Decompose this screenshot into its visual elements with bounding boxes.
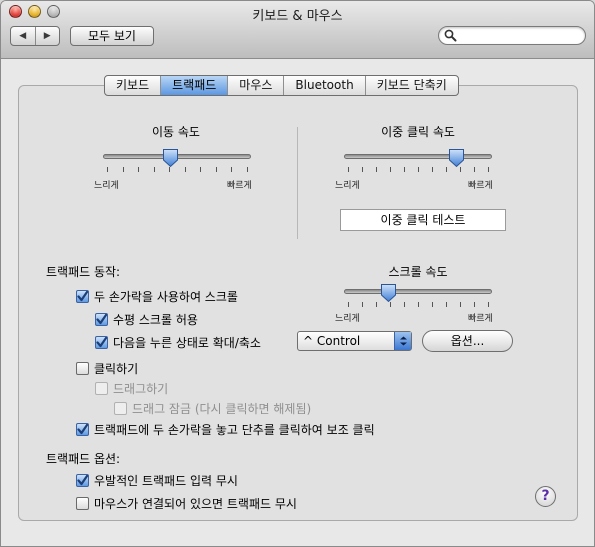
slider-tick — [404, 167, 405, 172]
checkbox-box[interactable] — [76, 497, 89, 510]
checkbox-box[interactable] — [76, 290, 89, 303]
slider-tick — [231, 167, 233, 172]
back-arrow-icon[interactable]: ◀ — [11, 27, 35, 45]
slider-tick — [432, 167, 433, 172]
double-click-speed-min-label: 느리게 — [335, 181, 360, 191]
slider-tick — [376, 302, 377, 307]
search-input[interactable] — [459, 28, 579, 43]
ignore-when-mouse-checkbox[interactable]: 마우스가 연결되어 있으면 트랙패드 무시 — [76, 495, 297, 512]
slider-tick — [446, 302, 447, 307]
forward-arrow-icon[interactable]: ▶ — [34, 27, 60, 45]
checkbox-label: 두 손가락을 사용하여 스크롤 — [94, 290, 238, 304]
clicking-checkbox[interactable]: 클릭하기 — [76, 360, 138, 377]
tab-1[interactable]: 트랙패드 — [160, 76, 228, 95]
slider-tick — [474, 302, 475, 307]
slider-tick — [432, 302, 433, 307]
slider-thumb-icon[interactable] — [448, 148, 465, 168]
scroll-speed-min-label: 느리게 — [335, 314, 360, 324]
tracking-speed-max-label: 빠르게 — [227, 181, 252, 191]
scroll-speed-label: 스크롤 속도 — [388, 265, 448, 279]
scroll-speed-max-label: 빠르게 — [468, 314, 493, 324]
options-button[interactable]: 옵션... — [422, 330, 513, 352]
slider-tick — [418, 167, 419, 172]
checkbox-box[interactable] — [76, 423, 89, 436]
checkbox-box[interactable] — [95, 382, 108, 395]
tab-bar: 키보드 트랙패드 마우스 Bluetooth 키보드 단축키 — [104, 75, 459, 96]
slider-tick — [488, 302, 489, 307]
slider-tick — [362, 167, 363, 172]
slider-track[interactable] — [344, 289, 492, 294]
toolbar: 키보드 & 마우스 ◀ ▶ 모두 보기 — [1, 1, 594, 59]
checkbox-label: 수평 스크롤 허용 — [113, 313, 198, 327]
checkbox-label: 드래그하기 — [113, 382, 169, 396]
slider-tick — [390, 167, 391, 172]
double-click-test-area[interactable]: 이중 클릭 테스트 — [340, 209, 506, 231]
search-icon — [444, 29, 457, 42]
search-field[interactable] — [438, 26, 586, 45]
slider-thumb-icon[interactable] — [162, 148, 179, 168]
slider-tick — [215, 167, 217, 172]
checkbox-label: 마우스가 연결되어 있으면 트랙패드 무시 — [94, 497, 297, 511]
slider-tick — [418, 302, 419, 307]
slider-tick — [404, 302, 405, 307]
tracking-speed-label: 이동 속도 — [152, 125, 200, 139]
slider-tick — [247, 167, 248, 172]
checkbox-box[interactable] — [76, 474, 89, 487]
dragging-checkbox[interactable]: 드래그하기 — [95, 380, 168, 397]
slider-tick — [362, 302, 363, 307]
tracking-speed-min-label: 느리게 — [94, 181, 119, 191]
checkbox-label: 트랙패드에 두 손가락을 놓고 단추를 클릭하여 보조 클릭 — [94, 423, 375, 437]
secondary-click-checkbox[interactable]: 트랙패드에 두 손가락을 놓고 단추를 클릭하여 보조 클릭 — [76, 421, 375, 438]
trackpad-gestures-heading: 트랙패드 동작: — [46, 265, 121, 279]
drag-lock-checkbox[interactable]: 드래그 잠금 (다시 클릭하면 해제됨) — [114, 400, 311, 417]
tab-0[interactable]: 키보드 — [105, 76, 160, 95]
help-button[interactable]: ? — [535, 486, 556, 507]
slider-tick — [122, 167, 124, 172]
slider-tick — [184, 167, 186, 172]
slider-tick — [138, 167, 140, 172]
slider-track[interactable] — [344, 154, 492, 159]
back-forward-control: ◀ ▶ — [10, 26, 60, 46]
horizontal-scroll-checkbox[interactable]: 수평 스크롤 허용 — [95, 311, 198, 328]
slider-thumb-icon[interactable] — [380, 283, 397, 303]
checkbox-label: 우발적인 트랙패드 입력 무시 — [94, 474, 238, 488]
zoom-with-modifier-checkbox[interactable]: 다음을 누른 상태로 확대/축소 — [95, 334, 261, 351]
ignore-accidental-input-checkbox[interactable]: 우발적인 트랙패드 입력 무시 — [76, 472, 238, 489]
window-title: 키보드 & 마우스 — [252, 9, 343, 24]
slider-tick — [488, 167, 489, 172]
slider-tick — [474, 167, 475, 172]
slider-tick — [107, 167, 108, 172]
slider-tick — [376, 167, 377, 172]
trackpad-options-heading: 트랙패드 옵션: — [46, 452, 121, 466]
tab-4[interactable]: 키보드 단축키 — [364, 76, 458, 95]
divider — [297, 127, 298, 239]
zoom-modifier-popup[interactable]: ^ Control — [297, 331, 412, 351]
slider-tick — [348, 167, 349, 172]
slider-tick — [200, 167, 202, 172]
checkbox-box[interactable] — [76, 362, 89, 375]
checkbox-label: 클릭하기 — [94, 362, 139, 376]
slider-tick — [153, 167, 155, 172]
checkbox-box[interactable] — [95, 313, 108, 326]
checkbox-box[interactable] — [114, 402, 127, 415]
scroll-two-fingers-checkbox[interactable]: 두 손가락을 사용하여 스크롤 — [76, 288, 238, 305]
preferences-window: 키보드 & 마우스 ◀ ▶ 모두 보기 키보드 트랙패드 마우스 Bluetooth 키… — [0, 0, 595, 547]
checkbox-label: 드래그 잠금 (다시 클릭하면 해제됨) — [132, 402, 312, 416]
double-click-speed-label: 이중 클릭 속도 — [381, 125, 455, 139]
slider-tick — [446, 167, 447, 172]
checkbox-label: 다음을 누른 상태로 확대/축소 — [113, 336, 261, 350]
double-click-speed-max-label: 빠르게 — [468, 181, 493, 191]
tab-3[interactable]: Bluetooth — [283, 76, 364, 95]
slider-tick — [348, 302, 349, 307]
tab-2[interactable]: 마우스 — [227, 76, 283, 95]
checkbox-box[interactable] — [95, 336, 108, 349]
slider-tick — [460, 302, 461, 307]
popup-arrows-icon[interactable] — [394, 332, 411, 350]
zoom-modifier-value: ^ Control — [303, 334, 361, 348]
show-all-button[interactable]: 모두 보기 — [70, 26, 154, 46]
